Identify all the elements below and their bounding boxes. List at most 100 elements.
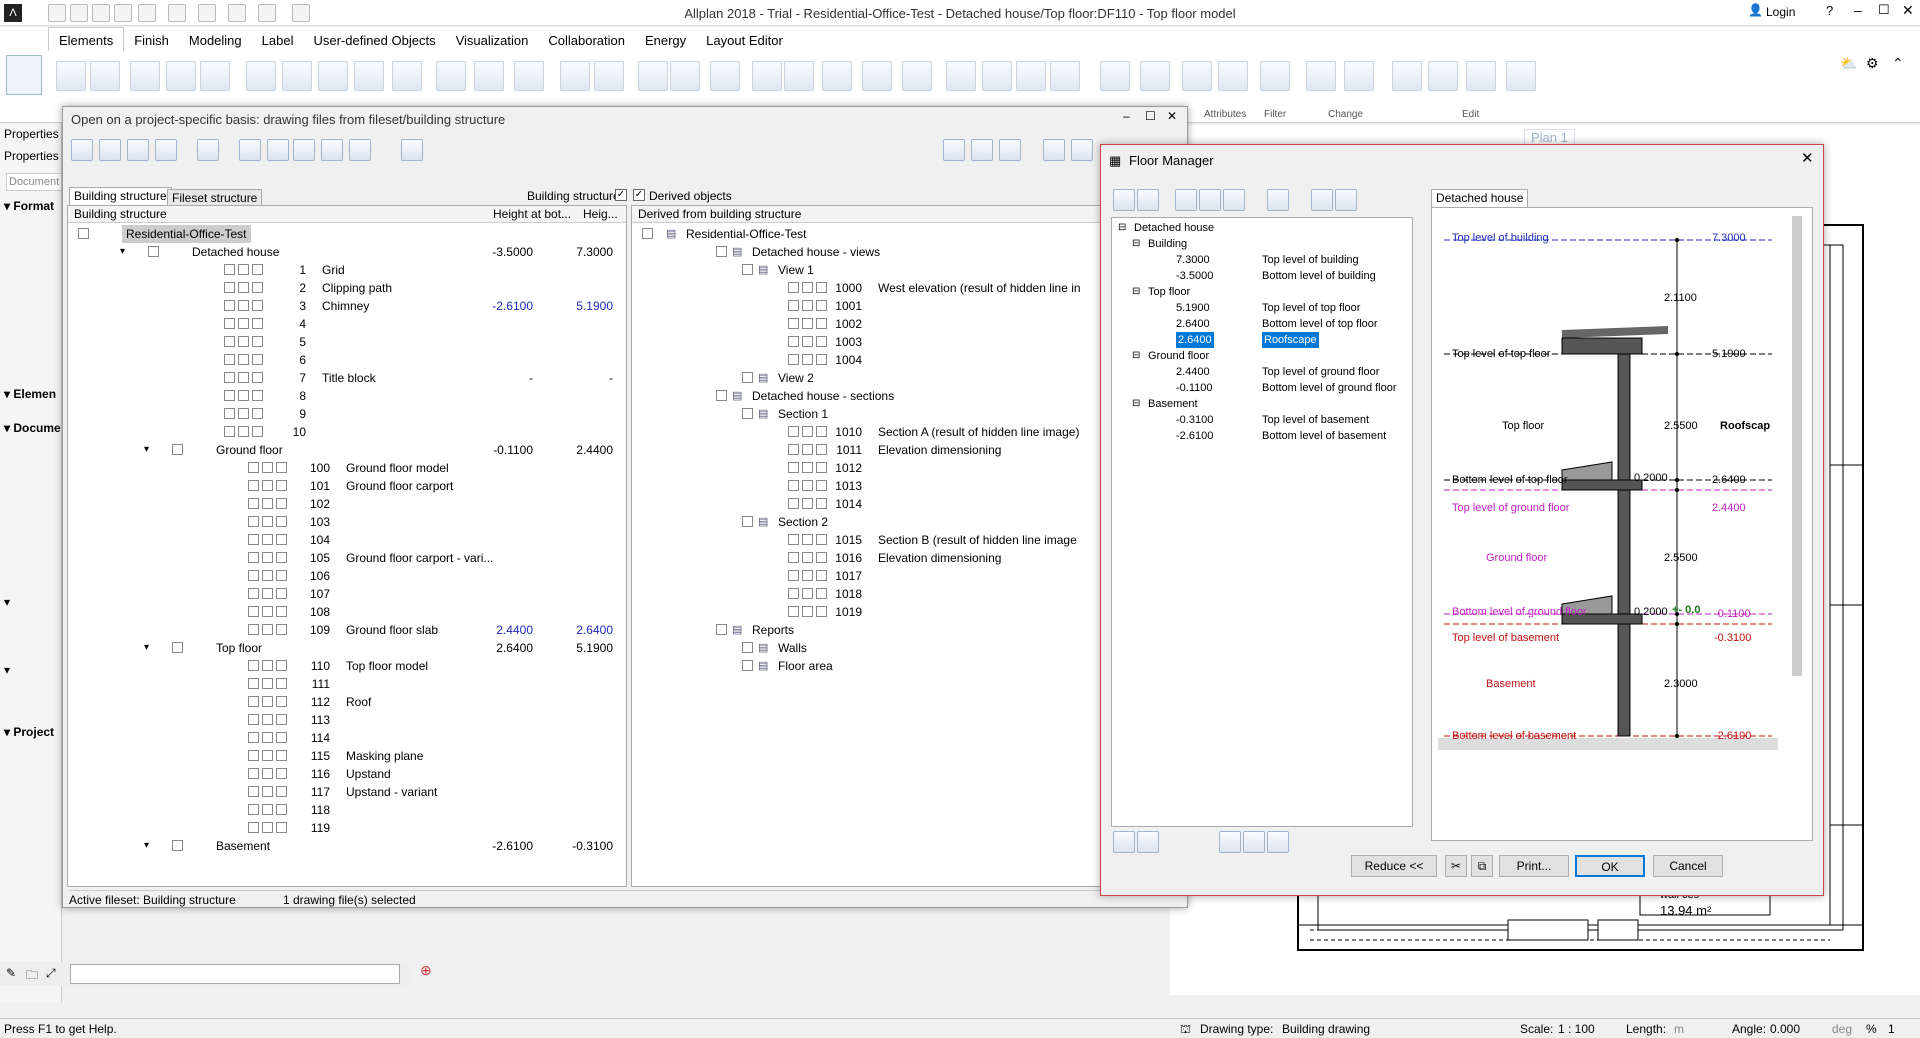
minimize-button[interactable]: – xyxy=(1123,109,1130,123)
tree-row[interactable]: 112 Roof xyxy=(68,693,626,711)
layer-checkbox[interactable] xyxy=(262,570,273,581)
section-elements[interactable]: ▾ Elemen xyxy=(4,387,56,401)
row-checkbox[interactable] xyxy=(172,642,183,653)
toolbar-icon[interactable] xyxy=(239,139,261,161)
layer-checkbox[interactable] xyxy=(262,660,273,671)
layer-checkbox[interactable] xyxy=(262,534,273,545)
layer-checkbox[interactable] xyxy=(802,318,813,329)
expand-icon[interactable]: ▾ xyxy=(144,441,149,459)
tree-row[interactable]: 7 Title block - - xyxy=(68,369,626,387)
toolbar-icon[interactable] xyxy=(971,139,993,161)
layer-checkbox[interactable] xyxy=(238,372,249,383)
tab-properties-2[interactable]: Properties xyxy=(4,149,59,163)
floor-tree-row[interactable]: 5.1900 Top level of top floor xyxy=(1112,300,1412,316)
tab-properties[interactable]: Properties xyxy=(4,127,59,141)
ribbon-tool-icon[interactable] xyxy=(638,61,668,91)
toolbar-icon[interactable] xyxy=(1311,189,1333,211)
ok-button[interactable]: OK xyxy=(1575,855,1645,877)
section-format[interactable]: ▾ Format xyxy=(4,199,54,213)
tree-row[interactable]: 100 Ground floor model xyxy=(68,459,626,477)
expand-icon[interactable]: ▾ xyxy=(144,639,149,657)
toolbar-icon[interactable] xyxy=(267,139,289,161)
toolbar-icon[interactable] xyxy=(1071,139,1093,161)
building-structure-checkbox[interactable]: ✓ xyxy=(615,189,627,201)
scissors-icon[interactable]: ✂ xyxy=(1445,855,1467,877)
collapse-icon[interactable]: ⊟ xyxy=(1132,284,1140,300)
tree-row[interactable]: 114 xyxy=(68,729,626,747)
maximize-button[interactable]: ☐ xyxy=(1878,2,1890,18)
tree-row[interactable]: 3 Chimney -2.6100 5.1900 xyxy=(68,297,626,315)
floor-action-icon[interactable] xyxy=(1243,831,1265,853)
layer-checkbox[interactable] xyxy=(238,426,249,437)
toolbar-icon[interactable] xyxy=(155,139,177,161)
layer-checkbox[interactable] xyxy=(788,300,799,311)
ribbon-tool-icon[interactable] xyxy=(784,61,814,91)
layer-checkbox[interactable] xyxy=(248,768,259,779)
layer-checkbox[interactable] xyxy=(802,552,813,563)
row-checkbox[interactable] xyxy=(742,642,753,653)
toolbar-icon[interactable] xyxy=(1175,189,1197,211)
col-structure[interactable]: Building structure xyxy=(74,207,167,221)
layer-checkbox[interactable] xyxy=(788,570,799,581)
layer-checkbox[interactable] xyxy=(262,678,273,689)
drawing-type-value[interactable]: Building drawing xyxy=(1282,1022,1370,1036)
layer-checkbox[interactable] xyxy=(262,516,273,527)
menu-finish[interactable]: Finish xyxy=(124,28,179,53)
ribbon-tool-icon[interactable] xyxy=(1050,61,1080,91)
layer-checkbox[interactable] xyxy=(802,480,813,491)
layer-checkbox[interactable] xyxy=(248,696,259,707)
floor-action-icon[interactable] xyxy=(1219,831,1241,853)
layer-checkbox[interactable] xyxy=(802,336,813,347)
layer-checkbox[interactable] xyxy=(224,282,235,293)
layer-checkbox[interactable] xyxy=(248,588,259,599)
layer-checkbox[interactable] xyxy=(248,678,259,689)
ribbon-tool-icon[interactable] xyxy=(1100,61,1130,91)
tree-row[interactable]: 107 xyxy=(68,585,626,603)
menu-visualization[interactable]: Visualization xyxy=(446,28,539,53)
layer-checkbox[interactable] xyxy=(262,804,273,815)
tree-row[interactable]: 102 xyxy=(68,495,626,513)
tree-row[interactable]: ▾ Ground floor -0.1100 2.4400 xyxy=(68,441,626,459)
document-field[interactable]: Document xyxy=(6,173,62,191)
layer-checkbox[interactable] xyxy=(224,426,235,437)
tree-row[interactable]: 5 xyxy=(68,333,626,351)
ribbon-tool-icon[interactable] xyxy=(982,61,1012,91)
floor-tree[interactable]: ⊟ Detached house ⊟ Building 7.3000 Top level … xyxy=(1111,217,1413,827)
layer-checkbox[interactable] xyxy=(262,822,273,833)
layer-checkbox[interactable] xyxy=(788,606,799,617)
tree-row[interactable]: 115 Masking plane xyxy=(68,747,626,765)
ribbon-tool-icon[interactable] xyxy=(902,61,932,91)
toolbar-icon[interactable] xyxy=(1043,139,1065,161)
layer-checkbox[interactable] xyxy=(788,444,799,455)
ribbon-tool-icon[interactable] xyxy=(1260,61,1290,91)
layer-checkbox[interactable] xyxy=(802,588,813,599)
level-value[interactable]: 7.3000 xyxy=(1176,252,1210,268)
layer-checkbox[interactable] xyxy=(788,426,799,437)
row-checkbox[interactable] xyxy=(78,228,89,239)
collapse-icon[interactable]: ⊟ xyxy=(1132,348,1140,364)
ribbon-tool-icon[interactable] xyxy=(1218,61,1248,91)
ribbon-tool-icon[interactable] xyxy=(1344,61,1374,91)
chevron-down-icon[interactable]: ▾ xyxy=(4,663,10,677)
layer-checkbox[interactable] xyxy=(262,750,273,761)
expand-icon[interactable]: ▾ xyxy=(144,837,149,855)
layer-checkbox[interactable] xyxy=(248,732,259,743)
toolbar-icon[interactable] xyxy=(999,139,1021,161)
crosshair-icon[interactable]: ⊕ xyxy=(420,962,432,979)
floor-tree-row[interactable]: -3.5000 Bottom level of building xyxy=(1112,268,1412,284)
tree-row[interactable]: ▾ Basement -2.6100 -0.3100 xyxy=(68,837,626,855)
toolbar-icon[interactable] xyxy=(943,139,965,161)
tree-row[interactable]: 116 Upstand xyxy=(68,765,626,783)
angle-unit[interactable]: deg xyxy=(1832,1022,1852,1036)
tree-row[interactable]: 106 xyxy=(68,567,626,585)
folder-icon[interactable]: 🗀 xyxy=(26,966,38,987)
reduce-button[interactable]: Reduce << xyxy=(1351,855,1437,877)
layer-checkbox[interactable] xyxy=(238,300,249,311)
close-button[interactable]: ✕ xyxy=(1801,149,1814,167)
floor-tree-row[interactable]: 2.6400 Roofscape xyxy=(1112,332,1412,348)
col-derived[interactable]: Derived from building structure xyxy=(638,207,801,221)
user-icon[interactable]: 👤 xyxy=(1748,3,1763,17)
level-value[interactable]: -0.3100 xyxy=(1176,412,1213,428)
layer-checkbox[interactable] xyxy=(788,534,799,545)
ribbon-tool-icon[interactable] xyxy=(318,61,348,91)
